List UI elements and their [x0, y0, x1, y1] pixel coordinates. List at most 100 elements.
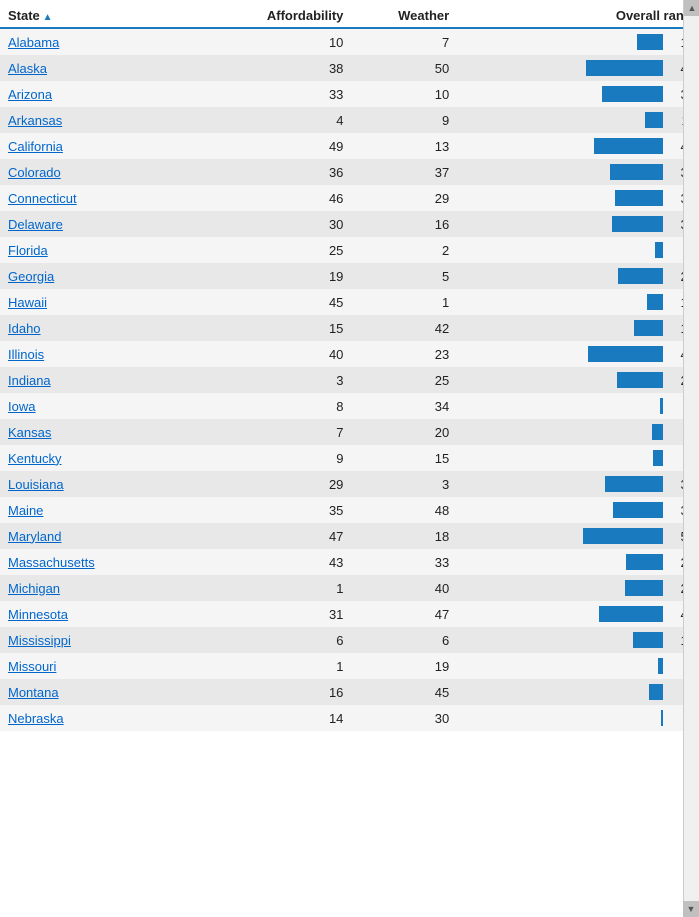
table-row: Delaware301632 [0, 211, 699, 237]
weather-cell: 2 [351, 237, 457, 263]
rank-bar [602, 86, 663, 102]
state-cell[interactable]: Missouri [0, 653, 212, 679]
rank-bar [652, 424, 663, 440]
rank-cell: 29 [457, 367, 699, 393]
weather-cell: 37 [351, 159, 457, 185]
state-cell[interactable]: Arizona [0, 81, 212, 107]
table-row: Florida2525 [0, 237, 699, 263]
table-row: Maine354831 [0, 497, 699, 523]
rank-bar [625, 580, 663, 596]
weather-cell: 10 [351, 81, 457, 107]
affordability-cell: 8 [212, 393, 352, 419]
rank-cell: 36 [457, 471, 699, 497]
state-cell[interactable]: Nebraska [0, 705, 212, 731]
state-cell[interactable]: Florida [0, 237, 212, 263]
table-row: Missouri1193 [0, 653, 699, 679]
rank-bar [588, 346, 663, 362]
weather-cell: 50 [351, 55, 457, 81]
state-cell[interactable]: Minnesota [0, 601, 212, 627]
weather-cell: 40 [351, 575, 457, 601]
rank-bar [615, 190, 663, 206]
state-cell[interactable]: Illinois [0, 341, 212, 367]
affordability-cell: 15 [212, 315, 352, 341]
state-cell[interactable]: Hawaii [0, 289, 212, 315]
affordability-cell: 4 [212, 107, 352, 133]
weather-cell: 34 [351, 393, 457, 419]
state-cell[interactable]: Montana [0, 679, 212, 705]
rank-cell: 3 [457, 653, 699, 679]
rank-cell: 43 [457, 133, 699, 159]
weather-cell: 7 [351, 28, 457, 55]
col-header-overall[interactable]: Overall rank [457, 0, 699, 28]
rank-cell: 40 [457, 601, 699, 627]
rank-bar [617, 372, 663, 388]
rank-cell: 10 [457, 289, 699, 315]
affordability-cell: 47 [212, 523, 352, 549]
state-cell[interactable]: Connecticut [0, 185, 212, 211]
weather-cell: 15 [351, 445, 457, 471]
affordability-cell: 19 [212, 263, 352, 289]
col-header-weather[interactable]: Weather [351, 0, 457, 28]
weather-cell: 1 [351, 289, 457, 315]
table-row: Iowa8342 [0, 393, 699, 419]
header-row: State Affordability Weather Overall rank [0, 0, 699, 28]
rank-cell: 7 [457, 419, 699, 445]
col-header-state[interactable]: State [0, 0, 212, 28]
table-row: Georgia19528 [0, 263, 699, 289]
state-cell[interactable]: Arkansas [0, 107, 212, 133]
state-cell[interactable]: Maryland [0, 523, 212, 549]
weather-cell: 16 [351, 211, 457, 237]
rank-cell: 6 [457, 445, 699, 471]
rank-cell: 38 [457, 81, 699, 107]
weather-cell: 18 [351, 523, 457, 549]
state-cell[interactable]: Louisiana [0, 471, 212, 497]
rank-bar [660, 398, 663, 414]
rank-cell: 23 [457, 549, 699, 575]
state-cell[interactable]: Idaho [0, 315, 212, 341]
state-cell[interactable]: Delaware [0, 211, 212, 237]
rank-cell: 19 [457, 627, 699, 653]
state-cell[interactable]: Colorado [0, 159, 212, 185]
rank-bar [586, 60, 663, 76]
affordability-cell: 9 [212, 445, 352, 471]
state-cell[interactable]: Alabama [0, 28, 212, 55]
rank-bar [610, 164, 663, 180]
affordability-cell: 33 [212, 81, 352, 107]
state-cell[interactable]: Iowa [0, 393, 212, 419]
rank-cell: 16 [457, 28, 699, 55]
weather-cell: 45 [351, 679, 457, 705]
rank-cell: 28 [457, 263, 699, 289]
col-header-affordability[interactable]: Affordability [212, 0, 352, 28]
scrollbar-up-button[interactable]: ▲ [684, 0, 699, 16]
rank-bar [633, 632, 663, 648]
state-cell[interactable]: Maine [0, 497, 212, 523]
state-cell[interactable]: Georgia [0, 263, 212, 289]
table-row: Arkansas4911 [0, 107, 699, 133]
rank-bar [655, 242, 663, 258]
state-cell[interactable]: Michigan [0, 575, 212, 601]
state-cell[interactable]: Mississippi [0, 627, 212, 653]
weather-cell: 20 [351, 419, 457, 445]
table-row: California491343 [0, 133, 699, 159]
state-cell[interactable]: Indiana [0, 367, 212, 393]
rank-bar [634, 320, 663, 336]
state-cell[interactable]: Massachusetts [0, 549, 212, 575]
affordability-cell: 38 [212, 55, 352, 81]
state-cell[interactable]: California [0, 133, 212, 159]
affordability-cell: 16 [212, 679, 352, 705]
table-row: Colorado363733 [0, 159, 699, 185]
table-row: Idaho154218 [0, 315, 699, 341]
scrollbar-down-button[interactable]: ▼ [683, 901, 699, 917]
rank-bar [645, 112, 663, 128]
affordability-cell: 29 [212, 471, 352, 497]
rank-bar [661, 710, 663, 726]
scrollbar[interactable]: ▲ ▼ [683, 0, 699, 917]
affordability-cell: 10 [212, 28, 352, 55]
affordability-cell: 7 [212, 419, 352, 445]
weather-cell: 47 [351, 601, 457, 627]
state-cell[interactable]: Kansas [0, 419, 212, 445]
state-cell[interactable]: Alaska [0, 55, 212, 81]
state-cell[interactable]: Kentucky [0, 445, 212, 471]
weather-cell: 3 [351, 471, 457, 497]
table-row: Illinois402347 [0, 341, 699, 367]
